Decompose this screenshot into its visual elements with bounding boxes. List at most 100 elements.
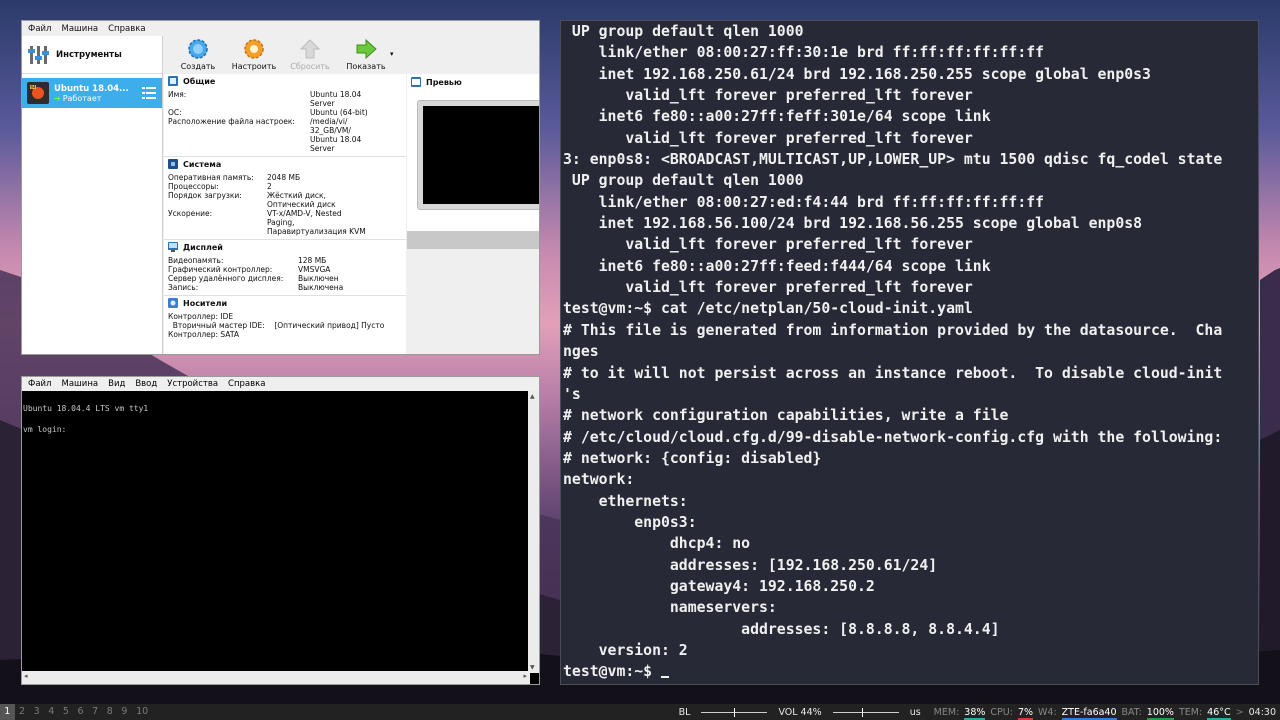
terminal-line: link/ether 08:00:27:ed:f4:44 brd ff:ff:f… xyxy=(563,193,1045,211)
backlight-slider[interactable] xyxy=(701,707,768,717)
settings-file-key: Расположение файла настроек: xyxy=(168,117,295,126)
terminal-line: version: 2 xyxy=(563,641,688,659)
recording-value: Выключена xyxy=(298,283,344,292)
console-menubar: Файл Машина Вид Ввод Устройства Справка xyxy=(22,377,539,391)
clock-separator: > xyxy=(1235,706,1244,718)
vm-console-screen[interactable]: Ubuntu 18.04.4 LTS vm tty1 vm login: xyxy=(22,391,530,673)
preview-title-label: Превью xyxy=(426,77,462,87)
general-section: Общие Имя: Ubuntu 18.04 Server ОС: Ubunt… xyxy=(164,74,406,157)
terminal-line: addresses: [8.8.8.8, 8.8.4.4] xyxy=(563,620,1000,638)
terminal-line: 3: enp0s8: <BROADCAST,MULTICAST,UP,LOWER… xyxy=(563,151,1223,169)
workspace-3[interactable]: 3 xyxy=(29,704,44,720)
tools-icon xyxy=(28,45,49,64)
discard-label: Сбросить xyxy=(290,62,330,71)
storage-section: Носители Контроллер: IDE Вторичный масте… xyxy=(164,296,406,342)
vm-name: Ubuntu 18.04... xyxy=(54,83,129,94)
acceleration-key: Ускорение: xyxy=(168,209,213,218)
terminal-prompt-line[interactable]: test@vm:~$ xyxy=(563,661,1258,682)
system-section: Система Оперативная память: 2048 МБ Проц… xyxy=(164,157,406,240)
terminal-window[interactable]: UP group default qlen 1000 link/ether 08… xyxy=(560,20,1259,685)
toolbar-more-chevron-icon[interactable]: ▾ xyxy=(390,50,394,58)
console-horizontal-scrollbar[interactable]: ◂ ▸ xyxy=(22,671,530,684)
battery-value: 100% xyxy=(1146,706,1174,720)
workspace-5[interactable]: 5 xyxy=(59,704,74,720)
workspace-10[interactable]: 10 xyxy=(132,704,153,720)
cpu-label: CPU: xyxy=(990,706,1013,718)
storage-title[interactable]: Носители xyxy=(168,298,402,308)
console-banner-line: Ubuntu 18.04.4 LTS vm tty1 xyxy=(23,404,149,413)
terminal-line: valid_lft forever preferred_lft forever xyxy=(563,129,973,147)
workspace-8[interactable]: 8 xyxy=(102,704,117,720)
console-menu-help[interactable]: Справка xyxy=(223,379,270,389)
tools-item[interactable]: Инструменты xyxy=(22,36,162,74)
terminal-output: UP group default qlen 1000 link/ether 08… xyxy=(563,21,1258,661)
console-menu-devices[interactable]: Устройства xyxy=(162,379,223,389)
terminal-line: UP group default qlen 1000 xyxy=(563,172,804,190)
vm-console-window: Файл Машина Вид Ввод Устройства Справка … xyxy=(21,376,540,685)
os-value: Ubuntu (64-bit) xyxy=(310,108,368,117)
volume-knob[interactable] xyxy=(861,707,863,717)
scroll-left-icon[interactable]: ◂ xyxy=(24,672,28,680)
create-button[interactable]: Создать xyxy=(170,36,226,71)
storage-controller-sata: Контроллер: SATA xyxy=(168,330,239,339)
menu-help[interactable]: Справка xyxy=(103,24,150,34)
manager-menubar: Файл Машина Справка xyxy=(22,21,539,36)
settings-button[interactable]: Настроить xyxy=(226,36,282,71)
show-arrow-icon xyxy=(356,38,377,60)
terminal-line: gateway4: 192.168.250.2 xyxy=(563,577,875,595)
workspace-4[interactable]: 4 xyxy=(44,704,59,720)
terminal-line: nges xyxy=(563,343,599,361)
general-title-label: Общие xyxy=(183,76,216,86)
terminal-cursor xyxy=(661,664,669,679)
battery-underline xyxy=(1146,717,1174,720)
workspace-6[interactable]: 6 xyxy=(73,704,88,720)
console-menu-view[interactable]: Вид xyxy=(103,379,130,389)
svg-text:64: 64 xyxy=(31,85,37,90)
temp-label: TEM: xyxy=(1178,706,1203,718)
display-section: Дисплей Видеопамять: 128 МБ Графический … xyxy=(164,240,406,296)
general-title[interactable]: Общие xyxy=(168,76,402,86)
chip-icon xyxy=(168,159,178,169)
mem-underline xyxy=(964,717,986,720)
console-vertical-scrollbar[interactable]: ▲ ▼ xyxy=(528,391,539,673)
show-button[interactable]: Показать xyxy=(338,36,394,71)
console-menu-machine[interactable]: Машина xyxy=(56,379,103,389)
scroll-up-icon[interactable]: ▲ xyxy=(530,393,535,400)
terminal-prompt: test@vm:~$ xyxy=(563,663,661,681)
display-title[interactable]: Дисплей xyxy=(168,242,402,252)
mem-value-text: 38% xyxy=(964,706,986,718)
remote-display-value: Выключен xyxy=(298,274,339,283)
scroll-right-icon[interactable]: ▸ xyxy=(523,672,527,680)
battery-value-text: 100% xyxy=(1146,706,1174,718)
scroll-down-icon[interactable]: ▼ xyxy=(530,664,535,671)
system-title[interactable]: Система xyxy=(168,159,402,169)
disk-icon xyxy=(168,298,178,308)
workspace-7[interactable]: 7 xyxy=(88,704,103,720)
menu-file[interactable]: Файл xyxy=(22,24,56,34)
workspace-2[interactable]: 2 xyxy=(15,704,30,720)
preview-title[interactable]: Превью xyxy=(407,74,539,90)
wifi-label: W4: xyxy=(1038,706,1057,718)
console-menu-file[interactable]: Файл xyxy=(22,379,56,389)
terminal-line: nameservers: xyxy=(563,599,777,617)
name-key: Имя: xyxy=(168,90,187,99)
wifi-underline xyxy=(1061,717,1117,720)
create-label: Создать xyxy=(180,62,216,71)
terminal-line: valid_lft forever preferred_lft forever xyxy=(563,279,973,297)
terminal-line: test@vm:~$ cat /etc/netplan/50-cloud-ini… xyxy=(563,300,973,318)
workspace-1[interactable]: 1 xyxy=(0,704,15,720)
workspace-9[interactable]: 9 xyxy=(117,704,132,720)
discard-button[interactable]: Сбросить xyxy=(282,36,338,71)
vm-details-menu-icon[interactable] xyxy=(142,85,156,101)
terminal-line: UP group default qlen 1000 xyxy=(563,23,804,40)
console-menu-input[interactable]: Ввод xyxy=(130,379,162,389)
discard-arrow-icon xyxy=(299,39,321,59)
boot-order-key: Порядок загрузки: xyxy=(168,191,242,200)
terminal-line: # to it will not persist across an insta… xyxy=(563,364,1223,382)
menu-machine[interactable]: Машина xyxy=(56,24,103,34)
general-icon xyxy=(168,76,178,86)
backlight-knob[interactable] xyxy=(734,707,736,717)
vm-list-item-ubuntu[interactable]: 64 Ubuntu 18.04... ➔ Работает xyxy=(22,78,162,108)
volume-slider[interactable] xyxy=(832,707,899,717)
cpu-key: Процессоры: xyxy=(168,182,219,191)
